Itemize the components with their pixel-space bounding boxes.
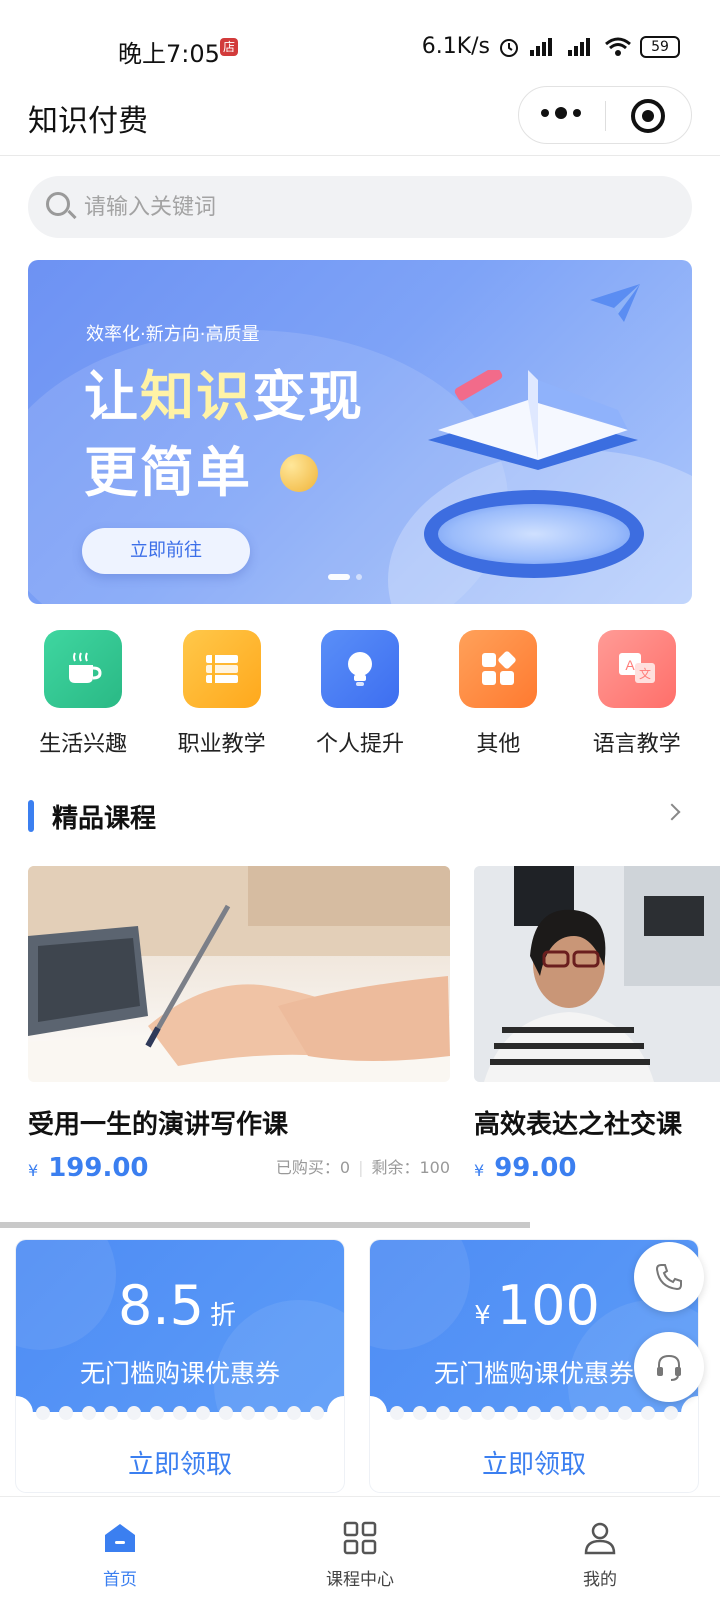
banner-pager (328, 574, 362, 580)
notification-badge-icon: 店 (220, 38, 238, 56)
price-value: 199.00 (48, 1153, 149, 1182)
home-icon (105, 1524, 135, 1552)
course-title: 受用一生的演讲写作课 (28, 1110, 289, 1140)
pedestal-illustration (424, 490, 644, 578)
banner-go-button[interactable]: 立即前往 (82, 528, 250, 574)
category-label: 个人提升 (315, 732, 404, 757)
coupon-card: 8.5 折 无门槛购课优惠券 立即领取 (16, 1240, 344, 1492)
grid-icon (343, 1521, 377, 1555)
course-card[interactable]: 高效表达之社交课 ¥99.00 (474, 866, 720, 1182)
course-thumbnail (28, 866, 450, 1082)
svg-text:A: A (625, 657, 635, 673)
category-grid: 生活兴趣 职业教学 个人提升 其他 A文 语言教学 (0, 630, 720, 760)
grid-icon (459, 630, 538, 708)
network-speed: 6.1K/s (421, 34, 490, 59)
banner-headline: 让知识变现 (84, 352, 364, 431)
open-book-illustration (428, 370, 638, 470)
writing-photo-illustration (28, 866, 450, 1082)
coupon-perforation (370, 1400, 698, 1424)
banner-headline-b: 变现 (252, 365, 364, 428)
wifi-icon (605, 37, 631, 56)
bottom-tab-bar: 首页 课程中心 我的 (0, 1496, 720, 1600)
promo-banner[interactable]: 效率化·新方向·高质量 让知识变现 更简单 立即前往 (28, 260, 692, 604)
status-right-cluster: 6.1K/s 59 (422, 34, 680, 59)
claim-coupon-button[interactable]: 立即领取 (16, 1444, 344, 1481)
banner-headline-a: 让 (84, 365, 140, 428)
carousel-scrollbar[interactable] (0, 1222, 530, 1228)
coupon-header: 8.5 折 无门槛购课优惠券 (16, 1240, 344, 1412)
category-label: 其他 (476, 732, 521, 757)
price-value: 99.00 (494, 1153, 577, 1182)
banner-subtitle: 效率化·新方向·高质量 (86, 324, 260, 345)
section-featured-courses: 精品课程 (28, 798, 692, 834)
phone-icon (655, 1264, 682, 1291)
course-carousel[interactable]: 受用一生的演讲写作课 ¥199.00 已购买：0 | 剩余：100 高效表达之社… (28, 866, 720, 1182)
coupon-currency: ¥ (474, 1301, 491, 1331)
banner-headline-highlight: 知识 (140, 365, 252, 428)
battery-icon: 59 (640, 35, 680, 58)
customer-service-button[interactable] (634, 1332, 704, 1402)
course-price: ¥99.00 (474, 1153, 720, 1182)
search-bar (28, 176, 692, 238)
claim-coupon-button[interactable]: 立即领取 (370, 1444, 698, 1481)
signal-icon-2 (568, 37, 590, 56)
miniapp-capsule (518, 86, 692, 144)
translate-icon: A文 (597, 630, 676, 708)
tab-label: 首页 (103, 1570, 137, 1590)
purchased-count: 已购买：0 (275, 1158, 351, 1177)
category-language[interactable]: A文 语言教学 (577, 630, 697, 760)
course-thumbnail (474, 866, 720, 1082)
course-stats: 已购买：0 | 剩余：100 (275, 1158, 450, 1177)
section-accent-bar (28, 800, 34, 832)
tab-course-center[interactable]: 课程中心 (240, 1497, 480, 1600)
coupon-description: 无门槛购课优惠券 (79, 1359, 280, 1388)
category-label: 语言教学 (592, 732, 681, 757)
course-card[interactable]: 受用一生的演讲写作课 ¥199.00 已购买：0 | 剩余：100 (28, 866, 450, 1182)
coupon-unit: 折 (209, 1301, 236, 1331)
coupon-amount: 100 (496, 1274, 600, 1337)
coupon-perforation (16, 1400, 344, 1424)
tab-label: 我的 (583, 1570, 617, 1590)
chevron-right-icon[interactable] (663, 803, 681, 821)
banner-headline-line2: 更简单 (84, 441, 252, 504)
woman-photo-illustration (474, 866, 720, 1082)
phone-call-button[interactable] (634, 1242, 704, 1312)
capsule-divider (605, 101, 606, 131)
coin-icon (280, 454, 318, 492)
coupon-amount: 8.5 (118, 1274, 204, 1337)
currency-symbol: ¥ (474, 1161, 485, 1180)
status-bar: 晚上7:05 店 6.1K/s 59 (0, 0, 720, 86)
lightbulb-icon (320, 630, 399, 708)
status-time: 晚上7:05 (118, 40, 220, 68)
search-input[interactable] (84, 186, 644, 228)
svg-text:文: 文 (639, 666, 651, 681)
page-title: 知识付费 (28, 104, 148, 139)
section-title: 精品课程 (52, 804, 157, 834)
category-label: 职业教学 (177, 732, 266, 757)
tab-home[interactable]: 首页 (0, 1497, 240, 1600)
user-icon (584, 1522, 616, 1555)
category-self-improve[interactable]: 个人提升 (300, 630, 420, 760)
category-label: 生活兴趣 (39, 732, 128, 757)
nav-bar: 知识付费 (0, 86, 720, 156)
app-page: 晚上7:05 店 6.1K/s 59 知识付费 效率化·新方向·高质量 让知识变… (0, 0, 720, 1600)
remaining-count: 剩余：100 (371, 1158, 450, 1177)
close-miniapp-icon[interactable] (631, 99, 665, 133)
tab-mine[interactable]: 我的 (480, 1497, 720, 1600)
search-icon (46, 192, 70, 216)
paper-plane-icon (590, 284, 640, 322)
course-title: 高效表达之社交课 (474, 1110, 683, 1140)
alarm-icon (500, 38, 518, 57)
coupon-value: 8.5 折 (16, 1274, 344, 1337)
more-icon[interactable] (541, 107, 581, 119)
headset-icon (657, 1354, 681, 1381)
currency-symbol: ¥ (28, 1161, 39, 1180)
category-life[interactable]: 生活兴趣 (23, 630, 143, 760)
category-other[interactable]: 其他 (438, 630, 558, 760)
category-career[interactable]: 职业教学 (162, 630, 282, 760)
coffee-icon (44, 630, 123, 708)
tab-label: 课程中心 (326, 1570, 394, 1590)
books-icon (182, 630, 261, 708)
signal-icon (530, 37, 552, 56)
